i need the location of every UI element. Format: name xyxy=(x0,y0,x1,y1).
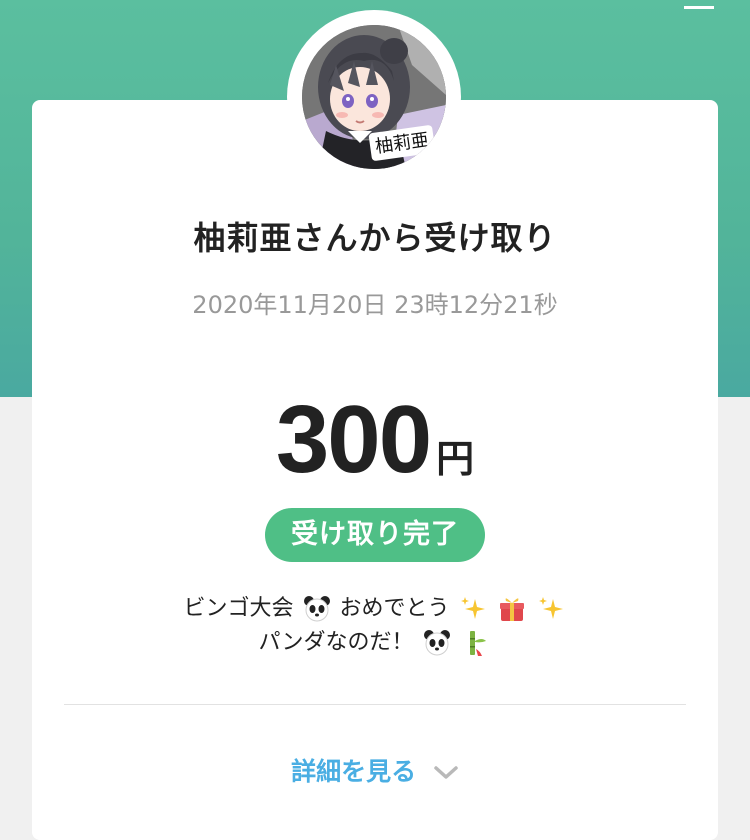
transfer-message: ビンゴ大会 おめでとう パンダなのだ！ xyxy=(0,592,750,660)
avatar: 柚莉亜 xyxy=(287,10,461,184)
amount-value: 300 xyxy=(275,386,432,493)
chevron-down-icon xyxy=(434,766,458,779)
page-title: 柚莉亜さんから受け取り xyxy=(193,219,557,257)
sparkles-emoji-icon xyxy=(538,597,563,619)
avatar-image: 柚莉亜 xyxy=(302,25,446,169)
status-badge: 受け取り完了 xyxy=(265,508,485,562)
bamboo-emoji-icon xyxy=(469,631,486,656)
message-text-2: パンダなのだ！ xyxy=(258,630,414,655)
view-details-link[interactable]: 詳細を見る xyxy=(0,752,750,788)
gift-emoji-icon xyxy=(499,598,524,621)
hamburger-menu-icon[interactable] xyxy=(684,0,714,9)
panda-emoji-icon xyxy=(303,596,330,622)
panda-emoji-icon xyxy=(423,630,450,656)
sparkles-emoji-icon xyxy=(460,597,485,619)
currency-unit: 円 xyxy=(436,437,475,481)
avatar-illustration-icon: 柚莉亜 xyxy=(302,25,446,169)
message-line-2: パンダなのだ！ xyxy=(0,626,750,660)
message-line-1: ビンゴ大会 おめでとう xyxy=(0,592,750,626)
message-text-1b: おめでとう xyxy=(339,596,450,621)
amount: 300 円 xyxy=(0,385,750,495)
transaction-datetime: 2020年11月20日 23時12分21秒 xyxy=(192,291,558,319)
view-details-label: 詳細を見る xyxy=(291,757,417,786)
section-divider xyxy=(64,704,686,705)
message-text-1a: ビンゴ大会 xyxy=(183,596,294,621)
